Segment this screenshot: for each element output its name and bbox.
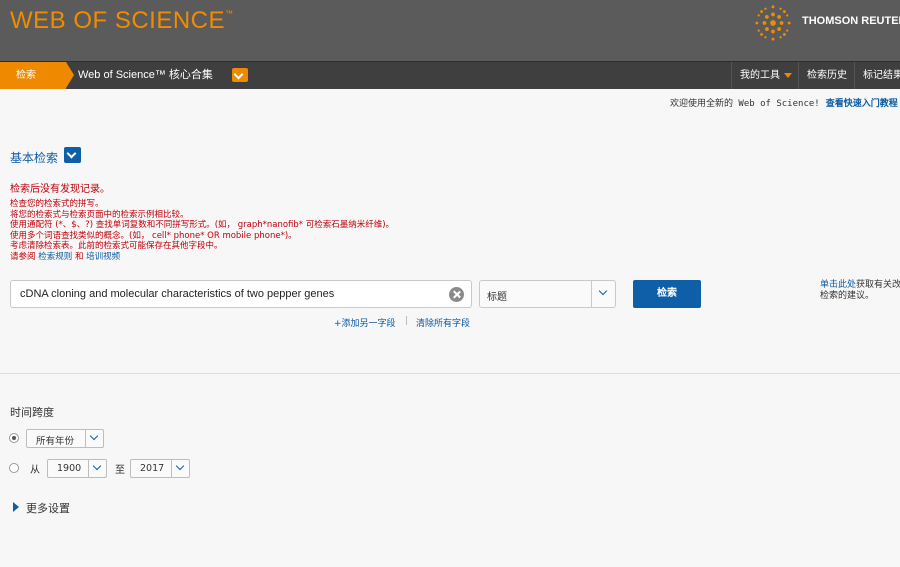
- click-here-link[interactable]: 单击此处: [820, 280, 856, 290]
- training-video-link[interactable]: 培训视频: [86, 252, 120, 262]
- search-improvement-tip: 单击此处获取有关改进 检索的建议。: [820, 280, 900, 301]
- timespan-title: 时间跨度: [10, 406, 54, 419]
- to-label: 至: [115, 465, 125, 476]
- thomson-reuters-logo-icon: [755, 5, 791, 41]
- from-label: 从: [30, 465, 40, 476]
- main-nav: 检索 Web of Science™ 核心合集 我的工具 检索历史 标记结果列表: [0, 61, 900, 89]
- section-divider: [0, 373, 900, 374]
- tip-line: 使用通配符 (*、$、?) 查找单词复数和不同拼写形式。(如， graph*na…: [10, 220, 395, 231]
- to-year-dropdown-button[interactable]: [171, 460, 189, 477]
- search-field-select[interactable]: 标题: [479, 280, 616, 308]
- caret-down-icon: [784, 72, 792, 78]
- search-query-value: cDNA cloning and molecular characteristi…: [20, 288, 335, 300]
- expand-caret-icon[interactable]: [13, 502, 19, 512]
- marked-list-link[interactable]: 标记结果列表: [854, 62, 900, 89]
- from-year-dropdown-button[interactable]: [88, 460, 106, 477]
- tip-line: 检查您的检索式的拼写。: [10, 199, 104, 209]
- tip-line: 将您的检索式与检索页面中的检索示例相比较。: [10, 209, 189, 220]
- search-rules-link[interactable]: 检索规则: [38, 252, 72, 262]
- vendor-name: THOMSON REUTERS: [802, 15, 900, 27]
- link-separator: |: [405, 316, 409, 326]
- search-history-link[interactable]: 检索历史: [798, 62, 855, 89]
- more-settings-toggle[interactable]: 更多设置: [26, 500, 70, 516]
- see-also-line: 请参阅 检索规则 和 培训视频: [10, 251, 121, 262]
- my-tools-menu[interactable]: 我的工具: [731, 62, 800, 89]
- tab-search[interactable]: 检索: [0, 62, 74, 89]
- tip-line: 考虑清除检索表。此前的检索式可能保存在其他字段中。: [10, 241, 223, 252]
- all-years-dropdown-button[interactable]: [85, 430, 103, 447]
- quick-start-link[interactable]: 查看快速入门教程: [826, 99, 898, 109]
- year-range-radio[interactable]: [9, 463, 19, 473]
- chevron-down-icon: [89, 431, 99, 441]
- search-query-input[interactable]: cDNA cloning and molecular characteristi…: [10, 280, 472, 308]
- from-year-select[interactable]: 1900: [47, 459, 107, 478]
- search-field-value: 标题: [487, 292, 507, 303]
- search-tips: 检查您的检索式的拼写。 将您的检索式与检索页面中的检索示例相比较。 使用通配符 …: [10, 199, 394, 263]
- all-years-select[interactable]: 所有年份: [26, 429, 104, 448]
- no-results-message: 检索后没有发现记录。: [10, 184, 110, 195]
- chevron-down-icon: [175, 461, 185, 471]
- search-button[interactable]: 检索: [633, 280, 701, 308]
- site-header: WEB OF SCIENCE™ THOMSON REUTERS: [0, 0, 900, 61]
- to-year-select[interactable]: 2017: [130, 459, 190, 478]
- add-field-link[interactable]: +添加另一字段: [334, 316, 396, 329]
- search-mode-dropdown-chevron-icon[interactable]: [64, 147, 81, 163]
- welcome-bar: 欢迎使用全新的 Web of Science! 查看快速入门教程: [670, 96, 898, 109]
- clear-all-fields-link[interactable]: 清除所有字段: [416, 316, 470, 329]
- chevron-down-icon: [92, 461, 102, 471]
- field-dropdown-button[interactable]: [591, 281, 615, 307]
- database-dropdown-chevron-icon[interactable]: [232, 68, 248, 82]
- chevron-down-icon: [598, 286, 608, 296]
- tip-line: 使用多个词语查找类似的概念。(如， cell* phone* OR mobile…: [10, 230, 297, 241]
- database-selector-label[interactable]: Web of Science™ 核心合集: [78, 62, 213, 89]
- welcome-text: 欢迎使用全新的 Web of Science!: [670, 99, 820, 109]
- clear-input-icon[interactable]: [449, 287, 464, 302]
- all-years-radio[interactable]: [9, 433, 19, 443]
- web-of-science-logo[interactable]: WEB OF SCIENCE™: [10, 7, 234, 35]
- basic-search-title: 基本检索: [10, 151, 59, 165]
